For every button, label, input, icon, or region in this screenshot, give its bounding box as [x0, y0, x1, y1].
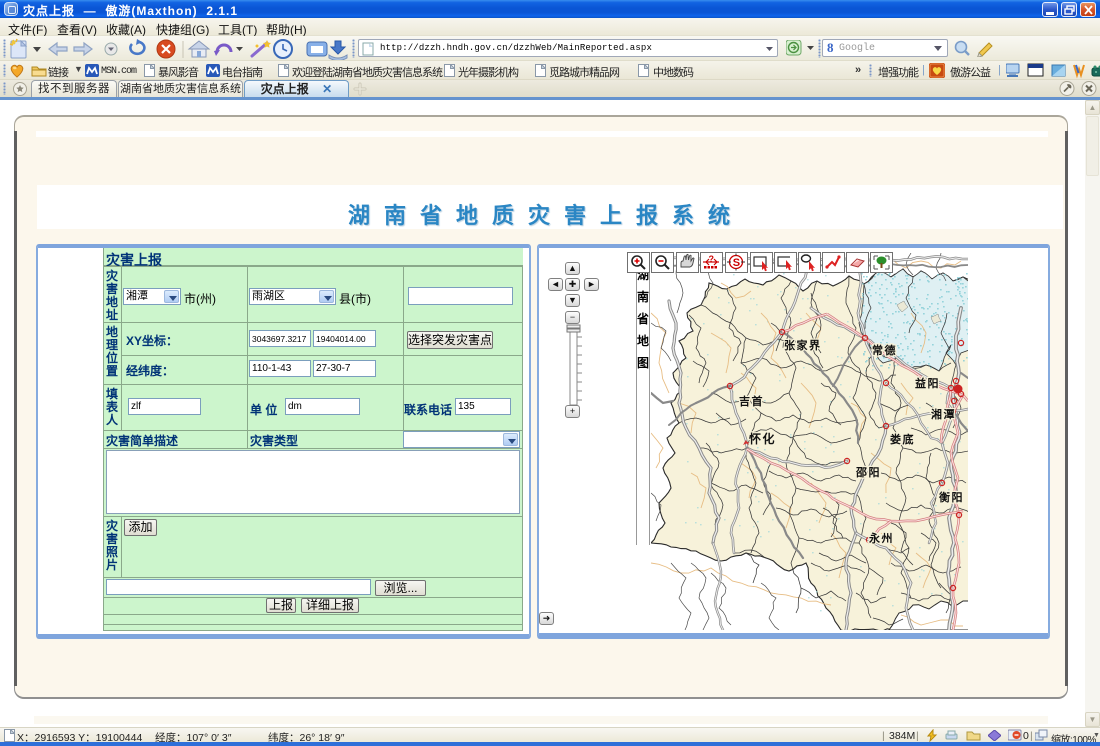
svg-text:衡阳: 衡阳 [939, 490, 964, 504]
svg-text:湘潭: 湘潭 [931, 407, 956, 421]
svg-text:?: ? [709, 254, 715, 264]
svg-text:张家界: 张家界 [784, 338, 822, 352]
svg-text:益阳: 益阳 [915, 376, 940, 390]
svg-text:常德: 常德 [872, 343, 897, 357]
svg-text:邵阳: 邵阳 [855, 465, 881, 479]
svg-text:吉首: 吉首 [739, 394, 764, 408]
svg-text:永州: 永州 [868, 531, 894, 545]
svg-text:S: S [733, 257, 740, 269]
svg-text:娄底: 娄底 [890, 432, 915, 446]
svg-text:怀化: 怀化 [749, 431, 776, 446]
